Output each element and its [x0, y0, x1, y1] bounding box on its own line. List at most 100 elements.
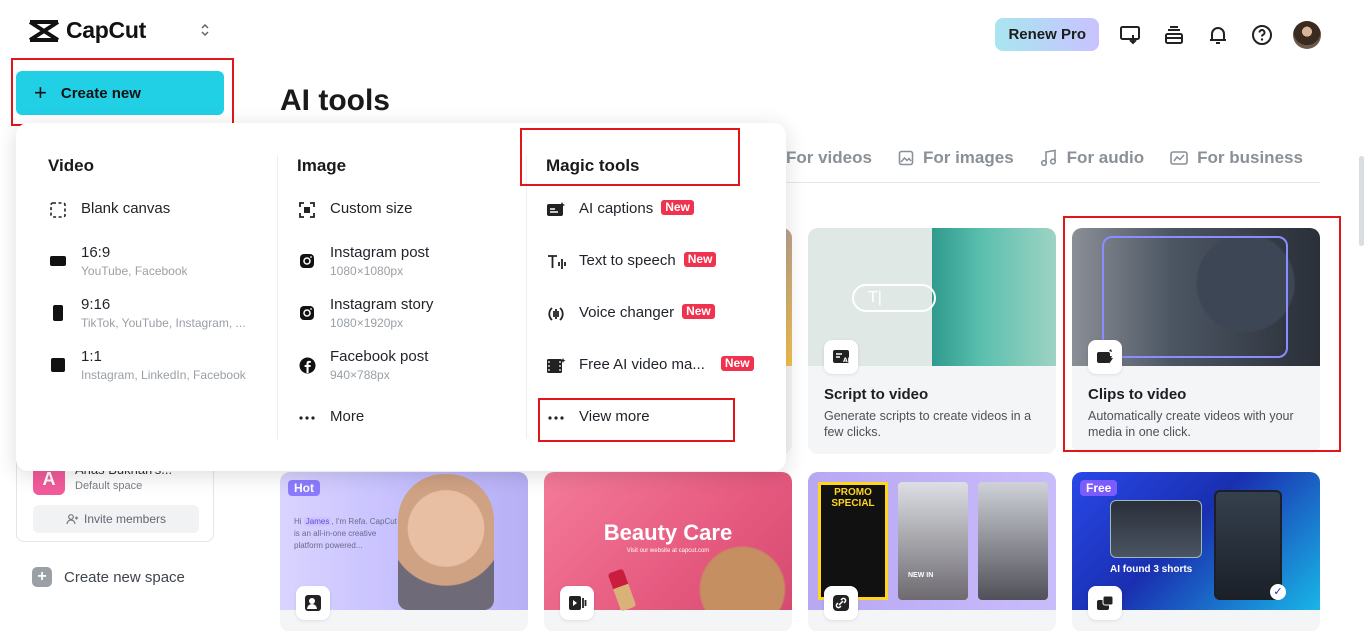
more-dots-icon	[297, 408, 317, 428]
video-heading: Video	[48, 156, 94, 175]
menu-item-label: Blank canvas	[81, 200, 171, 217]
tab-for-images[interactable]: For images	[898, 148, 1014, 168]
fashion-clip-1: NEW IN	[898, 482, 968, 600]
card-image-beauty: Beauty Care Visit our website at capcut.…	[544, 472, 792, 620]
instagram-icon	[297, 251, 317, 271]
menu-item-more[interactable]: More	[297, 407, 364, 428]
menu-item-sub: Instagram, LinkedIn, Facebook	[81, 368, 246, 382]
menu-item-instagram-story[interactable]: Instagram story 1080×1920px	[297, 295, 433, 331]
beauty-care-subtext: Visit our website at capcut.com	[626, 548, 710, 554]
card-title: Clips to video	[1088, 386, 1187, 403]
menu-item-ai-captions[interactable]: AI captions New	[546, 199, 694, 220]
menu-item-label: 9:16	[81, 296, 111, 313]
image-icon	[898, 150, 914, 166]
person-icon	[66, 514, 78, 525]
menu-item-label: 16:9	[81, 244, 111, 261]
menu-item-voice-changer[interactable]: Voice changer New	[546, 303, 715, 324]
portrait-ratio-icon	[48, 303, 68, 323]
beauty-care-headline: Beauty Care	[603, 520, 733, 545]
presenter-face	[398, 474, 494, 610]
tab-for-audio[interactable]: For audio	[1040, 148, 1144, 168]
menu-item-sub: 1080×1080px	[330, 264, 404, 278]
category-tabs: For videos For images For audio For busi…	[786, 148, 1303, 168]
menu-item-label: 1:1	[81, 348, 102, 365]
menu-item-sub: TikTok, YouTube, Instagram, ...	[81, 316, 246, 330]
crop-frame-icon	[297, 200, 317, 220]
tab-for-audio-label: For audio	[1066, 148, 1145, 167]
menu-item-text-to-speech[interactable]: Text to speech New	[546, 251, 717, 272]
menu-item-label: Instagram story	[330, 296, 434, 313]
text-cursor-overlay: T|	[852, 284, 936, 312]
space-switcher-chevron-icon[interactable]	[200, 22, 210, 40]
avatar-icon	[296, 586, 330, 620]
create-new-button[interactable]: + Create new	[16, 71, 224, 115]
film-ai-icon	[546, 356, 566, 376]
column-divider	[526, 155, 527, 439]
caption-name: James	[303, 517, 332, 526]
magic-tools-heading: Magic tools	[546, 156, 640, 175]
tool-card-avatar[interactable]: Hot Hi James, I'm Refa. CapCut is an all…	[280, 472, 528, 631]
menu-item-label: Facebook post	[330, 348, 429, 365]
shorts-icon	[1088, 586, 1122, 620]
create-new-label: Create new	[60, 84, 141, 102]
menu-item-1-1[interactable]: 1:1 Instagram, LinkedIn, Facebook	[48, 347, 246, 383]
hot-badge: Hot	[288, 480, 320, 496]
menu-item-9-16[interactable]: 9:16 TikTok, YouTube, Instagram, ...	[48, 295, 246, 331]
page-title: AI tools	[280, 84, 390, 117]
script-ai-icon: AI	[824, 340, 858, 374]
menu-item-instagram-post[interactable]: Instagram post 1080×1080px	[297, 243, 429, 279]
tab-for-images-label: For images	[922, 148, 1014, 167]
menu-item-sub: YouTube, Facebook	[81, 264, 188, 278]
tab-for-videos[interactable]: For videos	[786, 148, 872, 168]
stack-icon[interactable]	[1161, 22, 1187, 48]
tool-card-beauty[interactable]: Beauty Care Visit our website at capcut.…	[544, 472, 792, 631]
music-icon	[1040, 149, 1056, 167]
landscape-ratio-icon	[48, 251, 68, 271]
dashed-square-icon	[48, 200, 68, 220]
ai-found-caption: AI found 3 shorts	[1110, 564, 1193, 575]
clips-icon	[1088, 340, 1122, 374]
new-badge: New	[683, 252, 717, 267]
frame-overlay	[1102, 236, 1288, 358]
card-image-ocean: T| AI	[808, 228, 1056, 374]
new-in-tag: NEW IN	[908, 572, 934, 579]
menu-item-custom-size[interactable]: Custom size	[297, 199, 413, 220]
text-to-speech-icon	[546, 252, 566, 272]
menu-item-blank-canvas[interactable]: Blank canvas	[48, 199, 170, 220]
link-icon	[824, 586, 858, 620]
tab-for-business-label: For business	[1197, 148, 1303, 167]
bell-icon[interactable]	[1205, 22, 1231, 48]
tab-for-business[interactable]: For business	[1170, 148, 1303, 168]
top-right-toolbar: Renew Pro	[995, 18, 1321, 51]
business-icon	[1170, 151, 1188, 165]
help-icon[interactable]	[1249, 22, 1275, 48]
space-subtitle: Default space	[75, 480, 143, 492]
tool-card-script-to-video[interactable]: T| AI Script to video Generate scripts t…	[808, 228, 1056, 454]
capcut-logo[interactable]: CapCut	[28, 17, 146, 44]
invite-members-button[interactable]: Invite members	[33, 505, 199, 533]
caption-prefix: Hi	[294, 517, 304, 526]
monitor-download-icon[interactable]	[1117, 22, 1143, 48]
user-avatar[interactable]	[1293, 20, 1321, 49]
menu-item-label: Free AI video ma...	[579, 356, 705, 373]
menu-item-sub: 1080×1920px	[330, 316, 404, 330]
card-title: Script to video	[824, 386, 929, 403]
menu-item-16-9[interactable]: 16:9 YouTube, Facebook	[48, 243, 188, 279]
tool-card-promo[interactable]: PROMO SPECIAL NEW IN	[808, 472, 1056, 631]
video-edit-icon	[560, 586, 594, 620]
renew-pro-button[interactable]: Renew Pro	[995, 18, 1099, 51]
tool-card-clips-to-video[interactable]: Clips to video Automatically create vide…	[1072, 228, 1320, 454]
menu-item-facebook-post[interactable]: Facebook post 940×788px	[297, 347, 428, 383]
menu-item-free-ai-video-maker[interactable]: Free AI video ma... New	[546, 355, 754, 376]
square-ratio-icon	[48, 355, 68, 375]
tab-for-videos-label: For videos	[786, 148, 872, 167]
tool-card-shorts[interactable]: Free AI found 3 shorts ✓	[1072, 472, 1320, 631]
page-scrollbar[interactable]	[1359, 156, 1364, 246]
column-divider	[277, 155, 278, 439]
image-heading: Image	[297, 156, 347, 175]
captions-icon	[546, 200, 566, 220]
promo-strip: PROMO SPECIAL	[818, 482, 888, 600]
create-new-space-button[interactable]: + Create new space	[32, 567, 185, 587]
card-description: Generate scripts to create videos in a f…	[824, 409, 1032, 439]
menu-item-view-more[interactable]: View more	[546, 407, 650, 428]
